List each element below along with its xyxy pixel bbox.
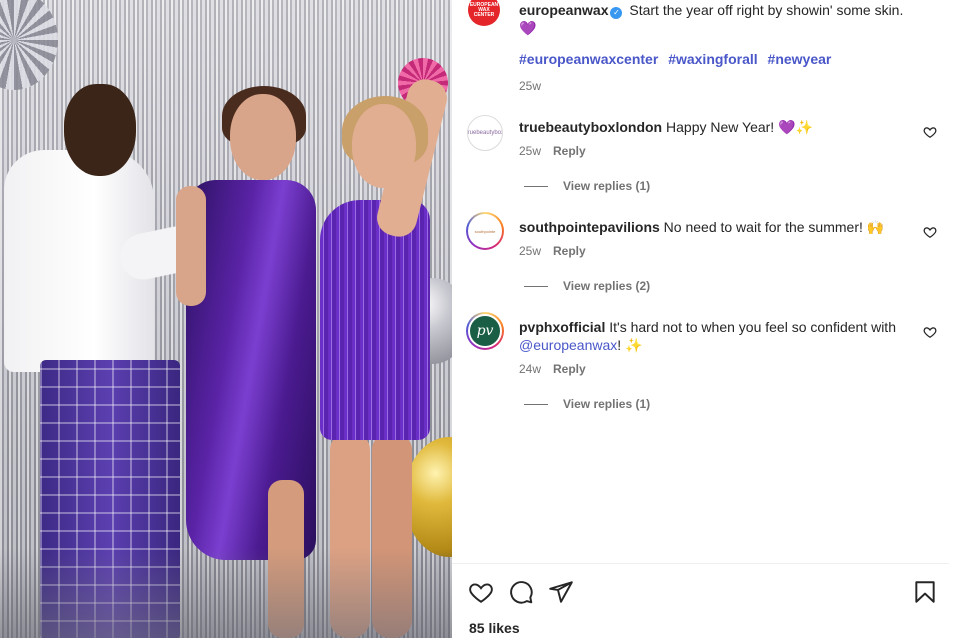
commenter-avatar-text: truebeautybox — [467, 130, 503, 136]
person-3-head — [352, 104, 416, 188]
commenter-avatar-text: southpointe — [474, 228, 496, 234]
view-replies-line — [524, 285, 548, 287]
person-3-sequin-dress — [320, 200, 430, 440]
comment-icon[interactable] — [508, 579, 534, 605]
mention-link[interactable]: @europeanwax — [519, 337, 617, 353]
comment-item: southpointepavilions No need to wait for… — [519, 218, 909, 236]
view-replies-button[interactable]: View replies (2) — [524, 279, 650, 293]
avatar-inner: southpointe — [468, 214, 502, 248]
comment-like-heart-icon[interactable] — [923, 325, 937, 339]
purple-heart-emoji: 💜 — [519, 20, 537, 36]
comment-meta: 24w Reply — [519, 362, 586, 376]
comment-text: Happy New Year! — [666, 119, 775, 135]
view-replies-line — [524, 403, 548, 405]
view-replies-label: View replies (1) — [563, 179, 651, 193]
hashtag-link[interactable]: #waxingforall — [668, 51, 757, 67]
comment-emoji: ✨ — [625, 337, 643, 353]
view-replies-label: View replies (2) — [563, 279, 651, 293]
hashtag-list: #europeanwaxcenter #waxingforall #newyea… — [519, 51, 837, 67]
hashtag-link[interactable]: #newyear — [768, 51, 832, 67]
commenter-avatar-text: pv — [476, 323, 494, 339]
view-replies-button[interactable]: View replies (1) — [524, 179, 650, 193]
comment-emoji: 🙌 — [866, 219, 885, 235]
hashtag-link[interactable]: #europeanwaxcenter — [519, 51, 658, 67]
share-icon[interactable] — [548, 579, 574, 605]
verified-badge-icon: ✓ — [610, 7, 623, 19]
post-caption: europeanwax ✓ Start the year off right by… — [519, 1, 939, 37]
person-2-head — [230, 94, 296, 180]
author-avatar-text: EUROPEAN WAX CENTER — [469, 1, 499, 18]
view-replies-button[interactable]: View replies (1) — [524, 397, 650, 411]
reply-button[interactable]: Reply — [553, 362, 586, 376]
comment-emoji: 💜✨ — [778, 119, 813, 135]
comment-meta: 25w Reply — [519, 144, 586, 158]
comment-like-heart-icon[interactable] — [923, 125, 937, 139]
person-1-head — [64, 84, 136, 176]
heart-icon[interactable] — [468, 579, 494, 605]
post-timestamp[interactable]: 25w — [519, 79, 541, 93]
comment-meta: 25w Reply — [519, 244, 586, 258]
author-username[interactable]: europeanwax — [519, 2, 608, 18]
photo-floor-shade — [0, 548, 452, 638]
bookmark-icon[interactable] — [912, 579, 938, 605]
comment-item: pvphxofficial It's hard not to when you … — [519, 318, 909, 354]
commenter-avatar[interactable]: pv — [466, 312, 504, 350]
view-replies-line — [524, 185, 548, 187]
post-photo[interactable] — [0, 0, 452, 638]
comment-timestamp[interactable]: 25w — [519, 144, 541, 158]
reply-button[interactable]: Reply — [553, 244, 586, 258]
reply-button[interactable]: Reply — [553, 144, 586, 158]
comment-text: It's hard not to when you feel so confid… — [609, 319, 896, 335]
commenter-avatar[interactable]: truebeautybox — [467, 115, 503, 151]
comment-timestamp[interactable]: 25w — [519, 244, 541, 258]
comments-panel: EUROPEAN WAX CENTER europeanwax ✓ Start t… — [452, 0, 969, 638]
comment-text: No need to wait for the summer! — [663, 219, 863, 235]
action-bar-divider — [452, 563, 949, 564]
comment-timestamp[interactable]: 24w — [519, 362, 541, 376]
commenter-username[interactable]: truebeautyboxlondon — [519, 119, 662, 135]
caption-text: Start the year off right by showin' some… — [629, 2, 904, 18]
comment-item: truebeautyboxlondon Happy New Year! 💜✨ — [519, 118, 909, 136]
commenter-username[interactable]: pvphxofficial — [519, 319, 605, 335]
disco-ball-decoration — [0, 0, 58, 90]
avatar-inner: pv — [468, 314, 502, 348]
author-avatar[interactable]: EUROPEAN WAX CENTER — [468, 0, 500, 26]
likes-count[interactable]: 85 likes — [469, 620, 520, 636]
commenter-avatar[interactable]: southpointe — [466, 212, 504, 250]
person-2-arm — [176, 186, 206, 306]
commenter-username[interactable]: southpointepavilions — [519, 219, 660, 235]
view-replies-label: View replies (1) — [563, 397, 651, 411]
comment-like-heart-icon[interactable] — [923, 225, 937, 239]
comment-text-end: ! — [617, 337, 622, 353]
